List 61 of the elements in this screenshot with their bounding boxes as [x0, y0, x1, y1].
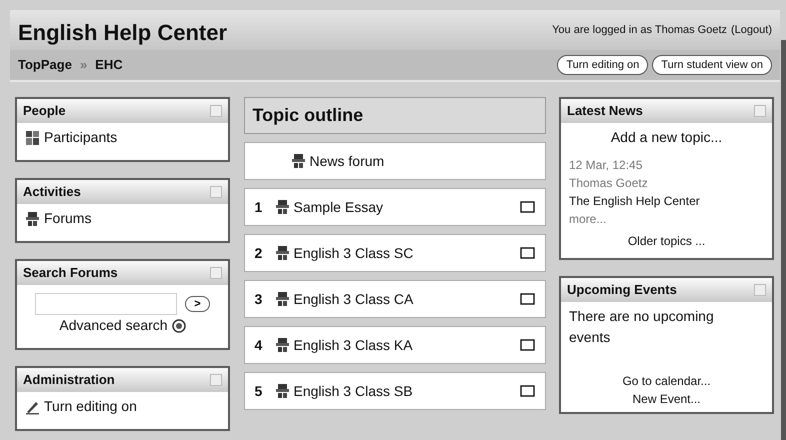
post-date: 12 Mar, 12:45 — [569, 157, 644, 174]
logout-link[interactable]: (Logout) — [731, 22, 772, 38]
block-title: Search Forums — [23, 264, 118, 282]
post-subject: The English Help Center — [569, 193, 701, 210]
calendar-link[interactable]: Go to calendar... — [569, 372, 764, 390]
section-heading: Topic outline — [244, 97, 546, 134]
collapse-toggle[interactable] — [210, 267, 222, 279]
login-status: You are logged in as Thomas Goetz — [552, 23, 728, 38]
block-title: Administration — [23, 371, 115, 390]
forum-icon — [274, 199, 290, 215]
help-icon — [172, 318, 186, 332]
events-message: There are no upcoming events — [569, 307, 715, 347]
topic-link[interactable]: News forum — [310, 150, 384, 172]
topic-link[interactable]: English 3 Class KA — [294, 334, 413, 356]
section-number: 2 — [254, 244, 264, 262]
highlight-icon[interactable] — [520, 385, 534, 397]
highlight-icon[interactable] — [520, 247, 534, 259]
forum-icon — [274, 245, 290, 261]
block-link[interactable]: Turn editing on — [44, 396, 137, 417]
forum-icon — [274, 383, 290, 399]
breadcrumb-link[interactable]: TopPage — [18, 55, 72, 75]
section-number: 3 — [254, 290, 264, 308]
collapse-toggle[interactable] — [754, 105, 766, 117]
forum-icon — [274, 337, 290, 353]
more-link[interactable]: more... — [569, 210, 764, 228]
block-title: Activities — [23, 183, 81, 202]
block-link[interactable]: Forums — [44, 208, 92, 229]
collapse-toggle[interactable] — [210, 105, 222, 117]
section-number: 4 — [254, 336, 264, 354]
block-title: Latest News — [567, 102, 643, 120]
search-button[interactable]: > — [185, 296, 210, 312]
forum-icon — [290, 153, 306, 169]
add-topic-link[interactable]: Add a new topic... — [569, 127, 764, 148]
post-author: Thomas Goetz — [569, 175, 649, 192]
topic-link[interactable]: English 3 Class CA — [294, 288, 414, 310]
highlight-icon[interactable] — [520, 201, 534, 213]
breadcrumb-separator: » — [80, 56, 88, 74]
forum-icon — [274, 291, 290, 307]
search-field[interactable] — [35, 293, 178, 315]
section-number: 5 — [254, 382, 264, 400]
topic-link[interactable]: English 3 Class SC — [294, 242, 414, 264]
collapse-toggle[interactable] — [754, 284, 766, 296]
forum-icon — [25, 210, 40, 226]
people-icon — [25, 130, 40, 146]
older-topics-link[interactable]: Older topics ... — [569, 232, 764, 250]
collapse-toggle[interactable] — [210, 186, 222, 198]
advanced-search-link[interactable]: Advanced search — [59, 315, 168, 336]
block-link[interactable]: Participants — [44, 127, 118, 148]
section-number: 1 — [254, 198, 264, 216]
topic-link[interactable]: Sample Essay — [294, 196, 383, 218]
block-title: People — [23, 102, 66, 120]
block-title: Upcoming Events — [567, 281, 677, 300]
breadcrumb-link[interactable]: EHC — [95, 55, 123, 75]
header-button[interactable]: Turn student view on — [652, 55, 772, 75]
topic-link[interactable]: English 3 Class SB — [294, 380, 413, 402]
highlight-icon[interactable] — [520, 293, 534, 305]
site-title: English Help Center — [18, 19, 228, 47]
header-button[interactable]: Turn editing on — [557, 55, 648, 75]
highlight-icon[interactable] — [520, 339, 534, 351]
calendar-link[interactable]: New Event... — [569, 390, 764, 408]
collapse-toggle[interactable] — [210, 374, 222, 386]
